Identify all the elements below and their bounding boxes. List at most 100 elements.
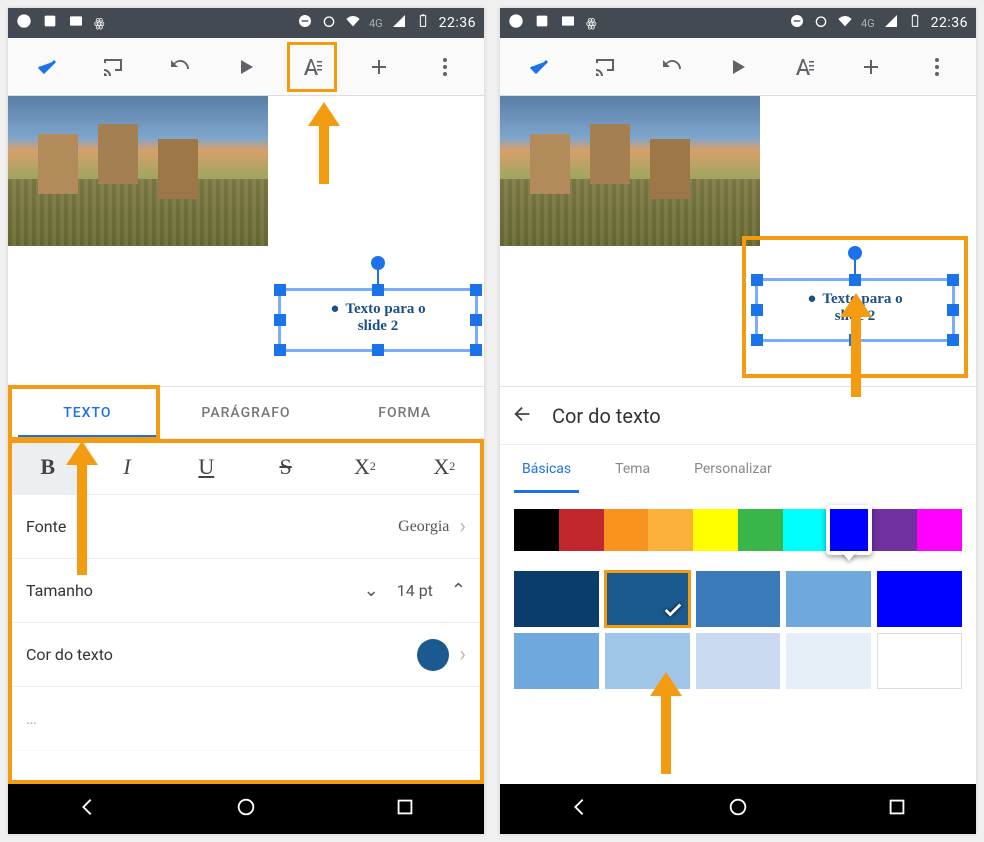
more-button[interactable] xyxy=(424,46,466,88)
swatch[interactable] xyxy=(786,571,871,627)
superscript-button[interactable]: X2 xyxy=(325,439,404,494)
app-toolbar xyxy=(500,38,976,96)
back-button[interactable] xyxy=(512,403,534,429)
slide-image[interactable] xyxy=(500,96,760,246)
handle-ml[interactable] xyxy=(274,314,286,326)
tab-paragrafo[interactable]: PARÁGRAFO xyxy=(167,387,326,438)
subscript-button[interactable]: X2 xyxy=(405,439,484,494)
strip-color[interactable] xyxy=(648,509,693,551)
slide-canvas[interactable]: ●Texto para o slide 2 xyxy=(8,96,484,386)
tab-tema[interactable]: Tema xyxy=(593,445,672,493)
strip-color[interactable] xyxy=(604,509,649,551)
wifi-icon xyxy=(837,13,853,33)
check-icon xyxy=(662,599,684,621)
undo-button[interactable] xyxy=(159,46,201,88)
italic-button[interactable]: I xyxy=(87,439,166,494)
undo-button[interactable] xyxy=(651,46,693,88)
text-format-button[interactable] xyxy=(291,46,333,88)
handle-tm[interactable] xyxy=(372,284,384,296)
swatch[interactable] xyxy=(514,571,599,627)
font-row[interactable]: Fonte Georgia › xyxy=(8,495,484,559)
dnd-icon xyxy=(297,13,313,33)
handle-tr[interactable] xyxy=(470,284,482,296)
swatch[interactable] xyxy=(877,633,962,689)
confirm-button[interactable] xyxy=(518,46,560,88)
color-tabs: Básicas Tema Personalizar xyxy=(500,445,976,493)
handle-tr[interactable] xyxy=(947,274,959,286)
more-row[interactable]: … xyxy=(8,687,484,751)
back-nav-icon[interactable] xyxy=(568,796,590,822)
rotation-handle[interactable] xyxy=(371,256,385,270)
swatch[interactable] xyxy=(786,633,871,689)
handle-tl[interactable] xyxy=(274,284,286,296)
photo-icon xyxy=(68,13,84,33)
size-increase[interactable]: ⌃ xyxy=(451,580,466,601)
home-nav-icon[interactable] xyxy=(235,796,257,822)
strip-color[interactable] xyxy=(783,509,828,551)
chevron-right-icon: › xyxy=(459,642,466,667)
swatch[interactable] xyxy=(605,633,690,689)
slide-image[interactable] xyxy=(8,96,268,246)
swatch[interactable] xyxy=(877,571,962,627)
swatch[interactable] xyxy=(605,571,690,627)
confirm-button[interactable] xyxy=(26,46,68,88)
tab-forma[interactable]: FORMA xyxy=(325,387,484,438)
bold-button[interactable]: B xyxy=(8,439,87,494)
play-button[interactable] xyxy=(225,46,267,88)
cast-button[interactable] xyxy=(92,46,134,88)
textbox-selection[interactable]: ●Texto para o slide 2 xyxy=(755,246,955,342)
tab-texto[interactable]: TEXTO xyxy=(8,387,167,438)
tab-personalizar[interactable]: Personalizar xyxy=(672,445,794,493)
text-format-button[interactable] xyxy=(783,46,825,88)
swatch[interactable] xyxy=(696,633,781,689)
font-value: Georgia xyxy=(398,518,449,536)
alarm-icon xyxy=(813,13,829,33)
size-label: Tamanho xyxy=(26,581,93,600)
handle-br[interactable] xyxy=(470,344,482,356)
rotation-handle[interactable] xyxy=(848,246,862,260)
play-button[interactable] xyxy=(717,46,759,88)
add-button[interactable] xyxy=(850,46,892,88)
strip-color[interactable] xyxy=(738,509,783,551)
size-row[interactable]: Tamanho ⌄ 14 pt ⌃ xyxy=(8,559,484,623)
handle-tl[interactable] xyxy=(751,274,763,286)
strip-color[interactable] xyxy=(693,509,738,551)
strike-button[interactable]: S xyxy=(246,439,325,494)
slide-canvas[interactable]: ●Texto para o slide 2 xyxy=(500,96,976,386)
handle-ml[interactable] xyxy=(751,304,763,316)
strip-color[interactable] xyxy=(872,509,917,551)
handle-mr[interactable] xyxy=(947,304,959,316)
underline-button[interactable]: U xyxy=(167,439,246,494)
recent-nav-icon[interactable] xyxy=(394,796,416,822)
handle-bl[interactable] xyxy=(274,344,286,356)
text-color-row[interactable]: Cor do texto › xyxy=(8,623,484,687)
handle-br[interactable] xyxy=(947,334,959,346)
handle-bm[interactable] xyxy=(849,334,861,346)
alarm-icon xyxy=(321,13,337,33)
textbox[interactable]: ●Texto para o slide 2 xyxy=(755,278,955,342)
textbox[interactable]: ●Texto para o slide 2 xyxy=(278,288,478,352)
swatch[interactable] xyxy=(696,571,781,627)
add-button[interactable] xyxy=(358,46,400,88)
color-strip[interactable] xyxy=(514,509,962,551)
handle-bl[interactable] xyxy=(751,334,763,346)
swatch[interactable] xyxy=(514,633,599,689)
strip-color[interactable] xyxy=(514,509,559,551)
textbox-selection[interactable]: ●Texto para o slide 2 xyxy=(278,256,478,352)
tab-basicas[interactable]: Básicas xyxy=(500,445,593,493)
handle-tm[interactable] xyxy=(849,274,861,286)
cast-button[interactable] xyxy=(584,46,626,88)
handle-mr[interactable] xyxy=(470,314,482,326)
app-icon xyxy=(534,13,550,33)
home-nav-icon[interactable] xyxy=(727,796,749,822)
android-navbar xyxy=(500,784,976,834)
size-decrease[interactable]: ⌄ xyxy=(364,580,379,601)
handle-bm[interactable] xyxy=(372,344,384,356)
back-nav-icon[interactable] xyxy=(76,796,98,822)
strip-color[interactable] xyxy=(917,509,962,551)
voicemail-icon: ꙮ xyxy=(94,16,106,30)
recent-nav-icon[interactable] xyxy=(886,796,908,822)
voicemail-icon: ꙮ xyxy=(586,16,597,30)
strip-color[interactable] xyxy=(559,509,604,551)
more-button[interactable] xyxy=(916,46,958,88)
